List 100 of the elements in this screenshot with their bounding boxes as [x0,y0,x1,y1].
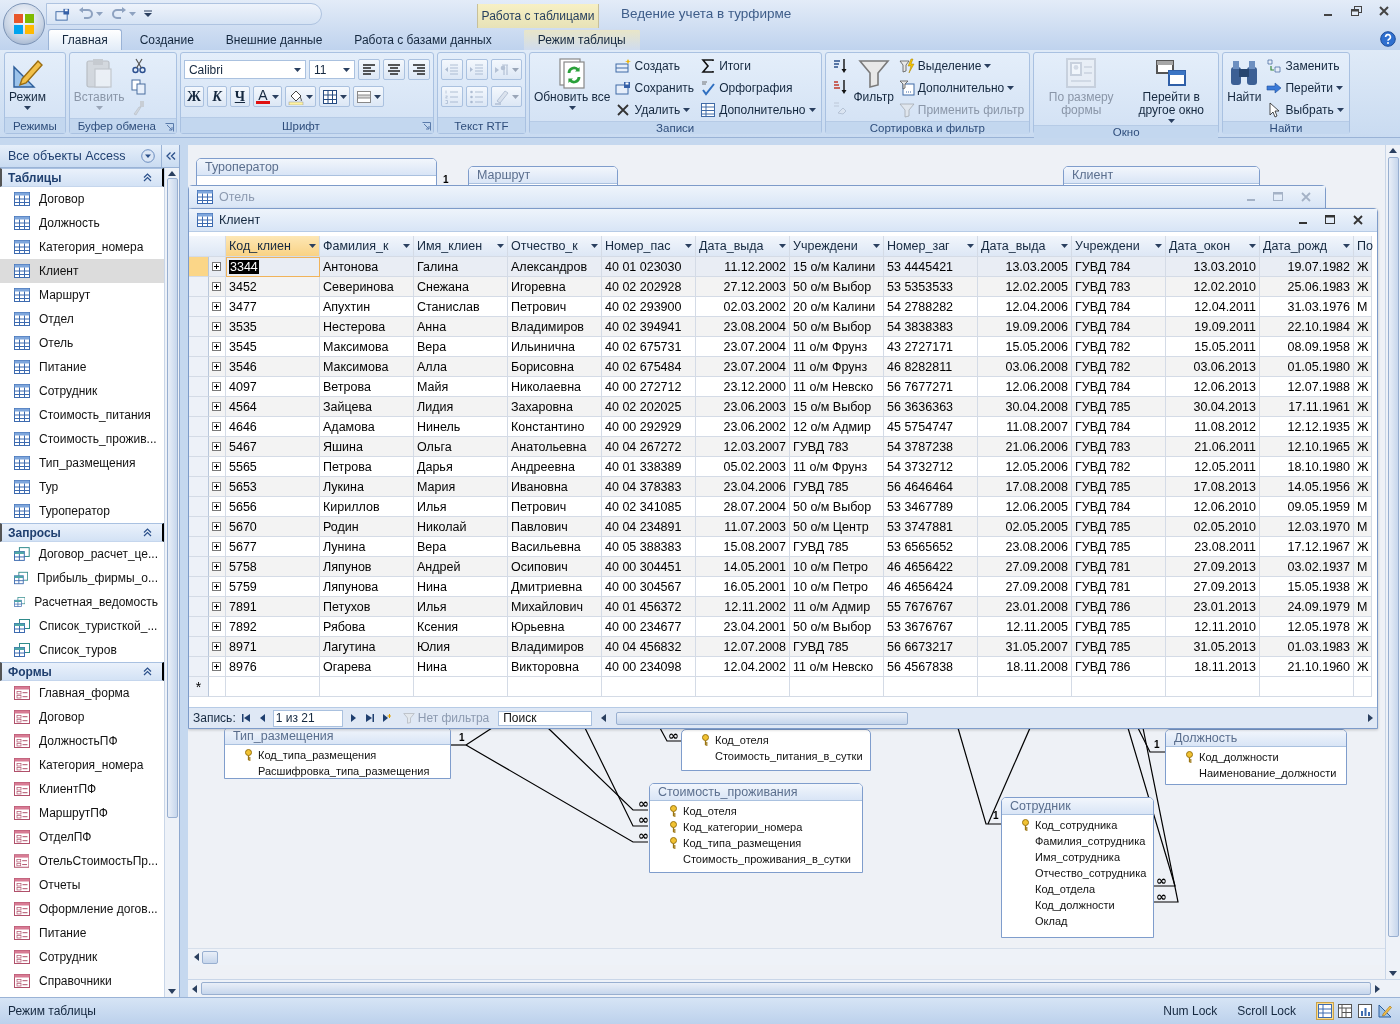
datasheet-view-button[interactable] [1316,1002,1334,1020]
nav-item[interactable]: Категория_номера [0,235,164,259]
nav-item[interactable]: ОтельСтоимостьПр... [0,849,164,873]
nav-item[interactable]: Список_туристкой_... [0,614,164,638]
nav-item[interactable]: Отдел [0,307,164,331]
expand-icon[interactable] [212,462,221,471]
customize-button[interactable] [142,9,154,19]
design-view-button[interactable] [1376,1002,1394,1020]
nav-item[interactable]: Категория_номера [0,753,164,777]
nav-item[interactable]: Тип_размещения [0,451,164,475]
ribbon-button[interactable]: Обновить все [532,55,612,121]
scroll-thumb[interactable] [202,950,218,964]
nav-item[interactable]: Договор_расчет_це... [0,542,164,566]
column-header[interactable]: Отчество_к [508,236,602,257]
expand-icon[interactable] [212,342,221,351]
column-header[interactable]: Фамилия_к [320,236,414,257]
column-header[interactable]: Учреждени [1072,236,1166,257]
italic-button[interactable]: К [206,86,227,107]
nav-item[interactable]: Главная_форма [0,681,164,705]
nav-item[interactable]: Оформление догов... [0,897,164,921]
expand-icon[interactable] [212,422,221,431]
nav-item[interactable]: Маршрут [0,283,164,307]
ribbon-button[interactable]: Перейти [1264,77,1346,99]
nav-item[interactable]: Отчеты [0,873,164,897]
help-button[interactable] [1380,31,1396,50]
expand-icon[interactable] [212,442,221,451]
nav-item[interactable]: Клиент [0,259,164,283]
ribbon-button[interactable]: Удалить [613,99,697,121]
ribbon-tab[interactable]: Создание [125,29,208,50]
expand-icon[interactable] [212,642,221,651]
expand-icon[interactable] [212,502,221,511]
ribbon-tab[interactable]: Внешние данные [211,29,337,50]
column-header[interactable]: Дата_выда [696,236,790,257]
nav-item[interactable]: Стоимость_прожив... [0,427,164,451]
nav-item[interactable]: Тур [0,475,164,499]
toolbar-button[interactable] [382,59,405,80]
record-position-field[interactable]: 1 из 21 [272,709,343,727]
expand-icon[interactable] [212,402,221,411]
dropdown-field[interactable]: Calibri [183,60,306,79]
expand-icon[interactable] [212,542,221,551]
bold-button[interactable]: Ж [183,86,204,107]
scrollbar[interactable] [164,168,179,997]
scrollbar[interactable] [188,948,1385,965]
nav-item[interactable]: Туроператор [0,499,164,523]
ribbon-button[interactable]: Итоги [698,55,818,77]
toolbar-button[interactable] [407,59,430,80]
ribbon-button[interactable]: Дополнительно [698,99,818,121]
expand-icon[interactable] [212,662,221,671]
expand-icon[interactable] [212,362,221,371]
toolbar-button[interactable] [352,86,384,107]
column-header[interactable]: Имя_клиен [414,236,508,257]
ribbon-button[interactable]: Заменить [1264,55,1346,77]
expand-icon[interactable] [212,322,221,331]
nav-item[interactable]: Должность [0,211,164,235]
ribbon-button[interactable]: Перейти в другое окно [1127,55,1216,125]
toolbar-button[interactable] [318,86,350,107]
ribbon-tab[interactable]: Режим таблицы [523,29,640,50]
nav-section-header[interactable]: Таблицы [0,168,164,187]
scroll-thumb[interactable] [166,178,178,818]
nav-item[interactable]: КлиентПФ [0,777,164,801]
scrollbar[interactable] [1385,145,1400,979]
column-header[interactable]: Учреждени [790,236,884,257]
column-header[interactable]: Код_клиен [226,236,320,257]
office-button[interactable] [3,3,45,45]
underline-button[interactable]: Ч [229,86,250,107]
ribbon-button[interactable]: Выделение [896,55,1027,77]
nav-item[interactable]: Договор [0,187,164,211]
nav-item[interactable]: Расчетная_ведомость [0,590,164,614]
column-header[interactable]: Дата_окон [1166,236,1260,257]
nav-item[interactable]: Договор [0,705,164,729]
dialog-launcher-button[interactable] [164,121,174,135]
nav-item[interactable]: Питание [0,355,164,379]
nav-section-header[interactable]: Формы [0,662,164,681]
nav-item[interactable]: ОтделПФ [0,825,164,849]
toolbar-button[interactable] [357,59,380,80]
nav-item[interactable]: Сотрудник [0,379,164,403]
column-header[interactable]: Номер_заг [884,236,978,257]
expand-icon[interactable] [212,562,221,571]
scrollbar[interactable] [188,979,1400,997]
ribbon-button[interactable]: Выбрать [1264,99,1346,121]
dropdown-field[interactable]: 11 [308,60,355,79]
scroll-thumb[interactable] [616,711,909,725]
dialog-launcher-button[interactable] [421,120,431,134]
font-color-button[interactable]: A [252,86,282,107]
scroll-thumb[interactable] [201,982,1371,995]
nav-item[interactable]: Отель [0,331,164,355]
nav-item[interactable]: Прибыль_фирмы_о... [0,566,164,590]
expand-icon[interactable] [212,602,221,611]
expand-icon[interactable] [212,382,221,391]
search-field[interactable]: Поиск [498,710,593,726]
ribbon-button[interactable]: Орфография [698,77,818,99]
column-header[interactable]: Дата_выда [978,236,1072,257]
nav-section-header[interactable]: Запросы [0,523,164,542]
column-header[interactable]: Дата_рожд [1260,236,1354,257]
scroll-thumb[interactable] [1387,157,1399,937]
nav-item[interactable]: ДолжностьПФ [0,729,164,753]
column-header[interactable]: Номер_пас [602,236,696,257]
nav-item[interactable]: МаршрутПФ [0,801,164,825]
nav-item[interactable]: Питание [0,921,164,945]
column-header[interactable]: По [1354,236,1372,257]
